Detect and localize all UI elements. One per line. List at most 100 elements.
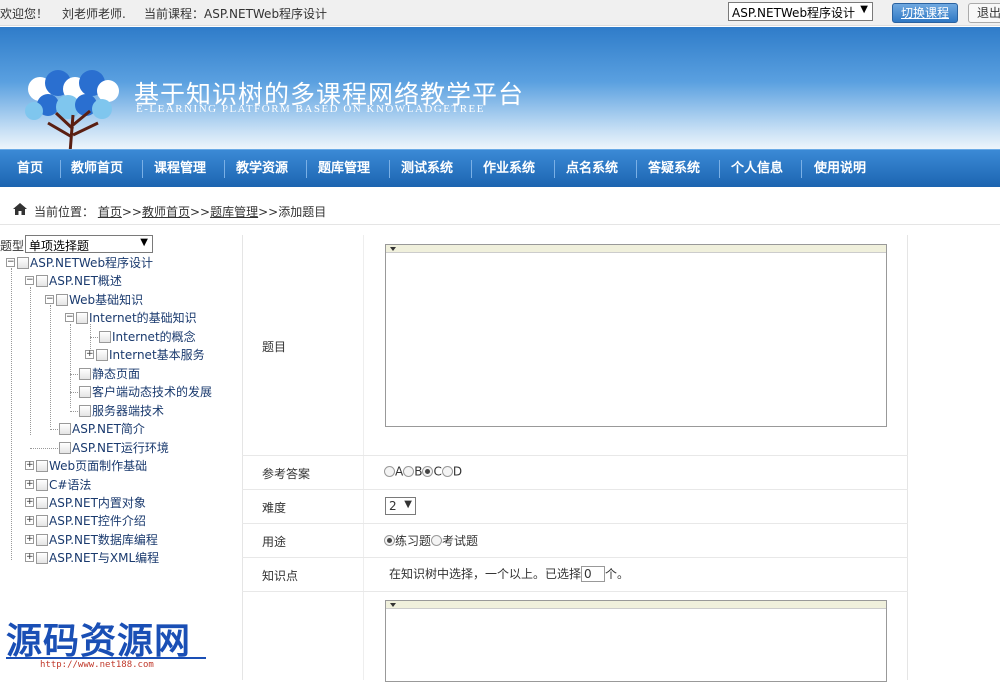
breadcrumb-link-question-bank[interactable]: 题库管理 xyxy=(210,205,258,219)
switch-course-button[interactable]: 切换课程 xyxy=(892,3,958,23)
breadcrumb-link-teacher-home[interactable]: 教师首页 xyxy=(142,205,190,219)
expand-icon[interactable]: + xyxy=(85,350,94,359)
expand-icon[interactable]: + xyxy=(25,516,34,525)
tree-checkbox[interactable] xyxy=(99,330,111,343)
tree-checkbox[interactable] xyxy=(36,551,48,564)
nav-item-qa-system[interactable]: 答疑系统 xyxy=(648,150,700,188)
tree-node[interactable]: 客户端动态技术的发展 xyxy=(79,383,212,401)
nav-item-rollcall-system[interactable]: 点名系统 xyxy=(566,150,618,188)
tree-checkbox[interactable] xyxy=(36,274,48,287)
tree-checkbox[interactable] xyxy=(36,533,48,546)
collapse-icon[interactable]: − xyxy=(25,276,34,285)
tree-node-label[interactable]: ASP.NET运行环境 xyxy=(72,441,169,455)
usage-radio-practice[interactable] xyxy=(384,535,395,546)
tree-node-label[interactable]: Internet的基础知识 xyxy=(89,311,197,325)
tree-node-label[interactable]: Internet基本服务 xyxy=(109,348,205,362)
tree-node-label[interactable]: ASP.NETWeb程序设计 xyxy=(30,256,153,270)
tree-node-label[interactable]: ASP.NET概述 xyxy=(49,274,122,288)
home-icon xyxy=(13,203,27,215)
nav-item-test-system[interactable]: 测试系统 xyxy=(401,150,453,188)
nav-divider xyxy=(801,160,802,178)
tree-node[interactable]: + C#语法 xyxy=(25,476,91,494)
tree-node[interactable]: + ASP.NET与XML编程 xyxy=(25,549,159,567)
exit-button[interactable]: 退出 xyxy=(968,3,1000,23)
tree-node-label[interactable]: C#语法 xyxy=(49,478,91,492)
tree-node[interactable]: + Web页面制作基础 xyxy=(25,457,147,475)
nav-item-question-bank[interactable]: 题库管理 xyxy=(318,150,370,188)
tree-node-label[interactable]: 客户端动态技术的发展 xyxy=(92,385,212,399)
expand-icon[interactable]: + xyxy=(25,480,34,489)
tree-checkbox[interactable] xyxy=(56,293,68,306)
tree-checkbox[interactable] xyxy=(76,311,88,324)
collapse-icon[interactable]: − xyxy=(65,313,74,322)
question-type-select[interactable]: 单项选择题 ▼ xyxy=(25,235,153,253)
tree-node[interactable]: − Web基础知识 xyxy=(45,291,143,309)
tree-node-label[interactable]: Web基础知识 xyxy=(69,293,143,307)
expand-icon[interactable]: + xyxy=(25,498,34,507)
header-banner: 基于知识树的多课程网络教学平台 E-LEARNING PLATFORM BASE… xyxy=(0,27,1000,149)
form-row-divider xyxy=(242,455,908,456)
expand-icon[interactable]: + xyxy=(25,553,34,562)
tree-node-label[interactable]: 静态页面 xyxy=(92,367,140,381)
tree-checkbox[interactable] xyxy=(36,459,48,472)
tree-node[interactable]: Internet的概念 xyxy=(99,328,196,346)
collapse-icon[interactable]: − xyxy=(45,295,54,304)
collapse-icon[interactable]: − xyxy=(6,258,15,267)
difficulty-select[interactable]: 2 ▼ xyxy=(385,497,416,515)
tree-node-label[interactable]: 服务器端技术 xyxy=(92,404,164,418)
answer-radio-b[interactable] xyxy=(403,466,415,477)
nav-item-home[interactable]: 首页 xyxy=(17,150,43,188)
breadcrumb-prefix: 当前位置： xyxy=(34,205,95,219)
tree-node[interactable]: − Internet的基础知识 xyxy=(65,309,197,327)
tree-checkbox[interactable] xyxy=(79,385,91,398)
tree-node[interactable]: ASP.NET简介 xyxy=(59,420,145,438)
question-editor[interactable] xyxy=(385,244,887,427)
tree-node[interactable]: + ASP.NET内置对象 xyxy=(25,494,146,512)
tree-node-label[interactable]: ASP.NET数据库编程 xyxy=(49,533,158,547)
tree-checkbox[interactable] xyxy=(59,441,71,454)
nav-item-homework-system[interactable]: 作业系统 xyxy=(483,150,535,188)
tree-node-label[interactable]: Internet的概念 xyxy=(112,330,196,344)
tree-checkbox[interactable] xyxy=(96,348,108,361)
editor-toolbar[interactable] xyxy=(386,601,886,609)
tree-node[interactable]: + ASP.NET数据库编程 xyxy=(25,531,158,549)
nav-item-profile[interactable]: 个人信息 xyxy=(731,150,783,188)
tree-checkbox[interactable] xyxy=(59,422,71,435)
nav-item-course-management[interactable]: 课程管理 xyxy=(154,150,206,188)
tree-node-label[interactable]: ASP.NET内置对象 xyxy=(49,496,146,510)
expand-icon[interactable]: + xyxy=(25,535,34,544)
usage-radio-group: 练习题 考试题 xyxy=(384,532,478,549)
tree-node-label[interactable]: ASP.NET控件介绍 xyxy=(49,514,146,528)
tree-connector xyxy=(70,324,71,408)
tree-node[interactable]: ASP.NET运行环境 xyxy=(59,439,169,457)
explanation-editor[interactable] xyxy=(385,600,887,682)
tree-node[interactable]: − ASP.NET概述 xyxy=(25,272,122,290)
tree-node-label[interactable]: ASP.NET简介 xyxy=(72,422,145,436)
tree-node-label[interactable]: ASP.NET与XML编程 xyxy=(49,551,159,565)
tree-checkbox[interactable] xyxy=(79,404,91,417)
tree-connector xyxy=(30,287,31,435)
course-select[interactable]: ASP.NETWeb程序设计 ▼ xyxy=(728,2,873,21)
tree-node-label[interactable]: Web页面制作基础 xyxy=(49,459,147,473)
tree-node[interactable]: + Internet基本服务 xyxy=(85,346,205,364)
answer-radio-d[interactable] xyxy=(441,466,453,477)
tree-node[interactable]: 静态页面 xyxy=(79,365,140,383)
tree-node[interactable]: 服务器端技术 xyxy=(79,402,164,420)
answer-radio-c[interactable] xyxy=(422,466,434,477)
editor-toolbar[interactable] xyxy=(386,245,886,253)
tree-checkbox[interactable] xyxy=(79,367,91,380)
usage-radio-exam[interactable] xyxy=(431,535,443,546)
tree-checkbox[interactable] xyxy=(36,478,48,491)
nav-item-teaching-resources[interactable]: 教学资源 xyxy=(236,150,288,188)
answer-radio-a[interactable] xyxy=(384,466,395,477)
tree-node[interactable]: − ASP.NETWeb程序设计 xyxy=(6,254,153,272)
tree-node[interactable]: + ASP.NET控件介绍 xyxy=(25,512,146,530)
answer-option-label: B xyxy=(414,464,423,479)
breadcrumb-link-home[interactable]: 首页 xyxy=(98,205,122,219)
tree-checkbox[interactable] xyxy=(36,496,48,509)
tree-checkbox[interactable] xyxy=(17,256,29,269)
nav-item-help[interactable]: 使用说明 xyxy=(814,150,866,188)
nav-item-teacher-home[interactable]: 教师首页 xyxy=(71,150,123,188)
tree-checkbox[interactable] xyxy=(36,514,48,527)
expand-icon[interactable]: + xyxy=(25,461,34,470)
